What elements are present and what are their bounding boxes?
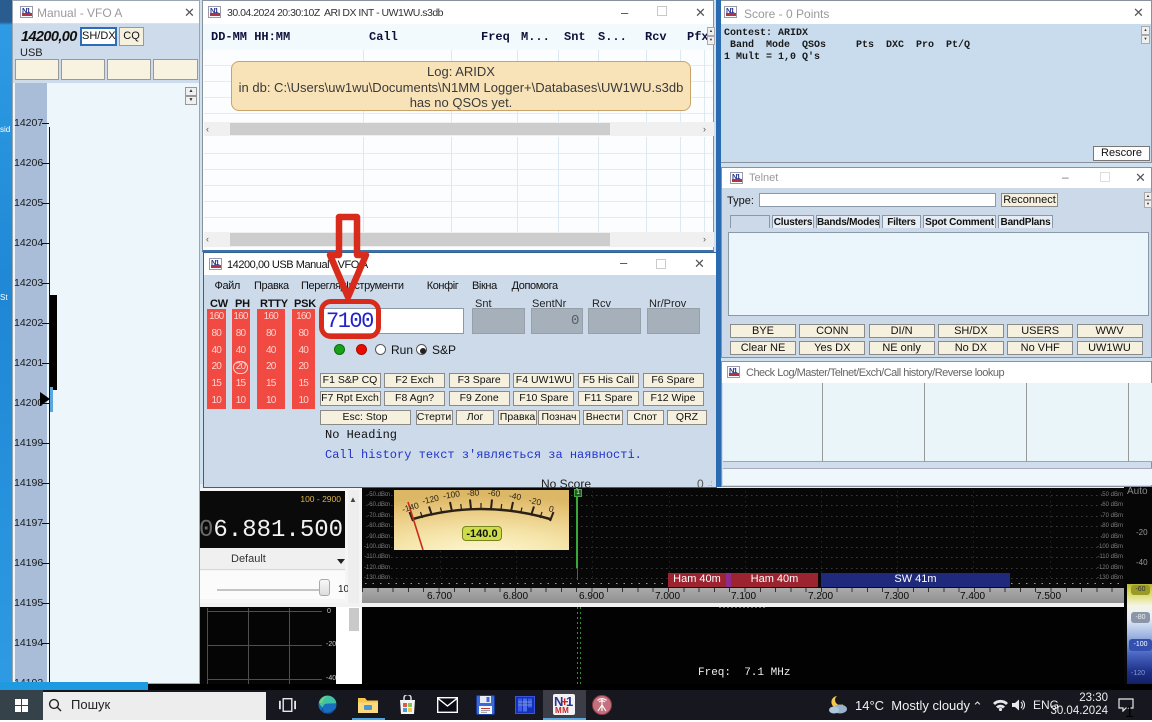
- svg-text:-120: -120: [421, 493, 440, 507]
- svg-text:-60: -60: [488, 490, 501, 499]
- svg-text:-40: -40: [508, 490, 522, 502]
- svg-text:-80: -80: [467, 490, 480, 498]
- svg-text:-20: -20: [528, 495, 542, 508]
- svg-text:-140: -140: [401, 500, 420, 514]
- svg-text:-100: -100: [442, 490, 461, 501]
